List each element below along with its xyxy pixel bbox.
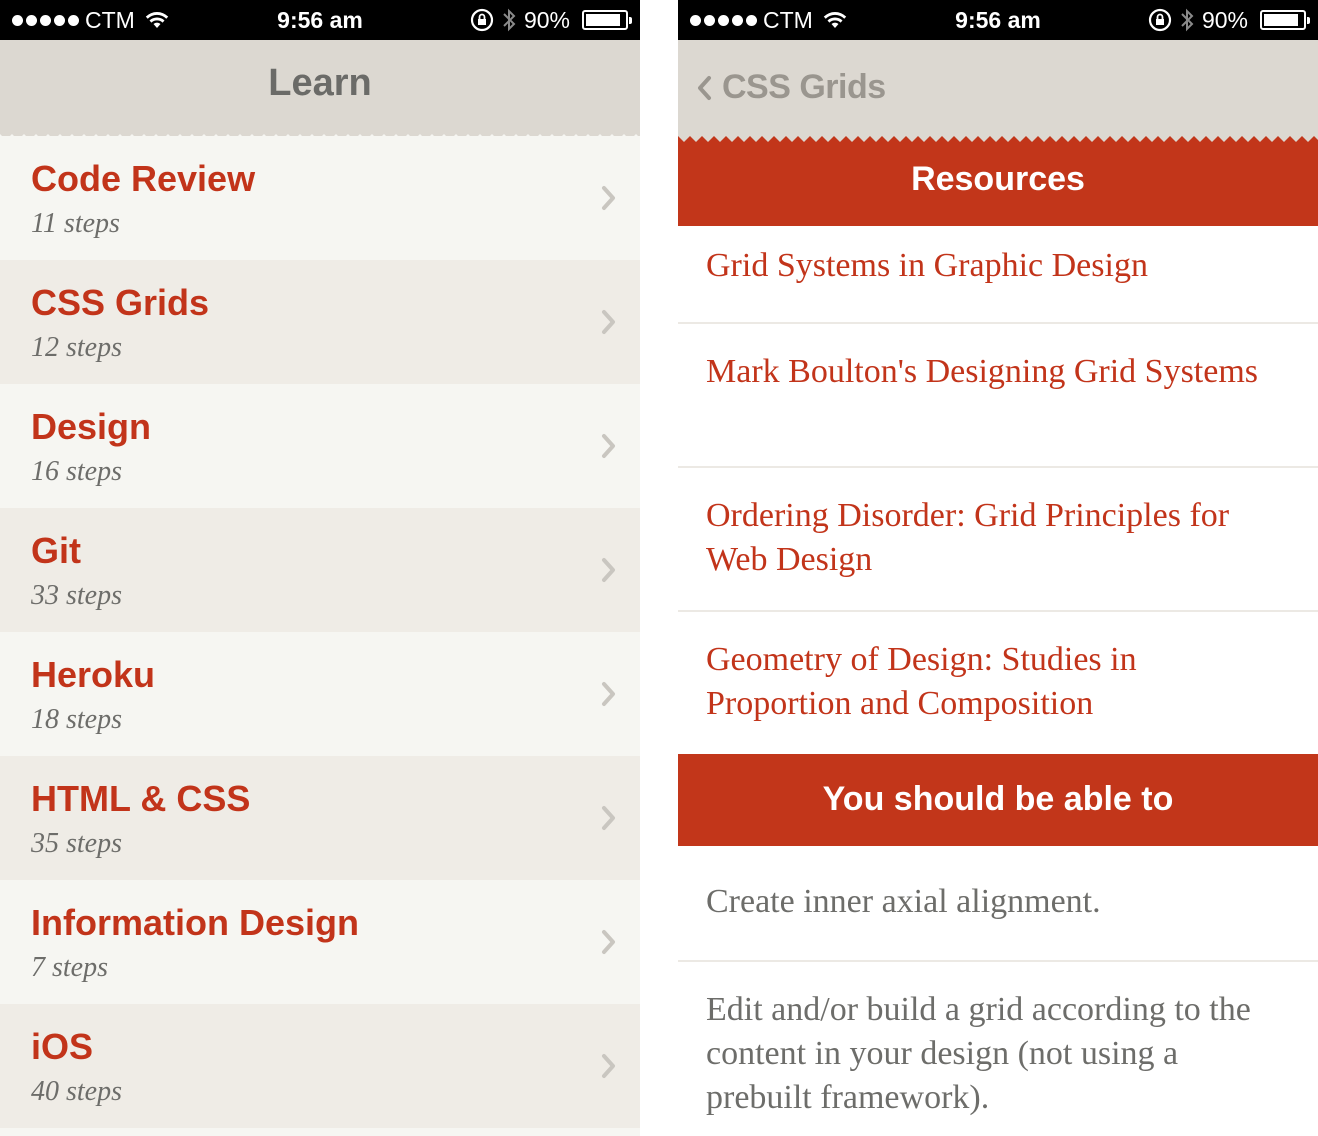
page-title: Learn [268, 62, 372, 104]
goal-item: Edit and/or build a grid according to th… [678, 962, 1318, 1136]
chevron-left-icon [698, 75, 711, 100]
bluetooth-icon [503, 8, 516, 32]
course-title: Design [31, 406, 152, 447]
chevron-right-icon [602, 558, 615, 582]
status-bar: CTM 9:56 am 90% [678, 0, 1318, 40]
course-steps: 11 steps [31, 208, 120, 239]
course-steps: 33 steps [31, 580, 122, 611]
chevron-right-icon [602, 930, 615, 954]
resource-link[interactable]: Mark Boulton's Designing Grid Systems [678, 324, 1318, 468]
battery-icon [582, 10, 632, 30]
goal-text: Create inner axial alignment. [706, 883, 1101, 920]
battery-percent: 90% [1201, 6, 1248, 33]
course-detail-screen: CTM 9:56 am 90% CSS Grids Resources Grid… [678, 0, 1318, 1136]
list-item[interactable]: HTML & CSS 35 steps [0, 756, 640, 880]
list-item[interactable]: Git 33 steps [0, 508, 640, 632]
resource-link-text: Ordering Disorder: Grid Principles for W… [706, 497, 1230, 578]
chevron-right-icon [602, 310, 615, 334]
resource-link[interactable]: Ordering Disorder: Grid Principles for W… [678, 468, 1318, 612]
resources-header: Resources [678, 146, 1318, 226]
chevron-right-icon [602, 682, 615, 706]
course-title: HTML & CSS [31, 778, 251, 819]
nav-bar: CSS Grids [678, 40, 1318, 140]
course-title: CSS Grids [31, 282, 210, 323]
course-title: Code Review [31, 158, 256, 199]
course-title: Heroku [31, 654, 156, 695]
chevron-right-icon [602, 434, 615, 458]
goal-text: Edit and/or build a grid according to th… [706, 991, 1251, 1116]
course-title: Git [31, 530, 81, 571]
list-item[interactable]: CSS Grids 12 steps [0, 260, 640, 384]
course-steps: 12 steps [31, 332, 122, 363]
course-title: iOS [31, 1026, 94, 1067]
chevron-right-icon [602, 1054, 615, 1078]
resource-link-text: Geometry of Design: Studies in Proportio… [706, 641, 1137, 722]
resource-link[interactable]: Grid Systems in Graphic Design [678, 226, 1318, 324]
list-item[interactable]: Code Review 11 steps [0, 136, 640, 260]
nav-bar: Learn [0, 40, 640, 140]
resource-link-text: Grid Systems in Graphic Design [706, 247, 1148, 284]
battery-icon [1260, 10, 1310, 30]
back-button[interactable]: CSS Grids [696, 68, 886, 107]
course-steps: 40 steps [31, 1076, 122, 1107]
course-list: Code Review 11 steps CSS Grids 12 steps Desi… [0, 136, 640, 1128]
back-button-label: CSS Grids [722, 68, 886, 106]
list-item[interactable]: iOS 40 steps [0, 1004, 640, 1128]
battery-level [1264, 14, 1298, 26]
chevron-right-icon [602, 806, 615, 830]
bluetooth-icon [1181, 8, 1194, 32]
zigzag-divider [678, 136, 1318, 146]
goal-item: Create inner axial alignment. [678, 846, 1318, 962]
course-title: Information Design [31, 902, 360, 943]
course-steps: 35 steps [31, 828, 122, 859]
rotation-lock-icon [1148, 8, 1172, 32]
list-item[interactable]: Design 16 steps [0, 384, 640, 508]
course-steps: 7 steps [31, 952, 108, 983]
learn-screen: CTM 9:56 am 90% Learn Code Review 11 step… [0, 0, 640, 1136]
resource-link-text: Mark Boulton's Designing Grid Systems [706, 353, 1259, 390]
course-steps: 18 steps [31, 704, 122, 735]
resource-link[interactable]: Geometry of Design: Studies in Proportio… [678, 612, 1318, 754]
battery-level [586, 14, 620, 26]
course-steps: 16 steps [31, 456, 122, 487]
status-bar: CTM 9:56 am 90% [0, 0, 640, 40]
list-item[interactable]: Heroku 18 steps [0, 632, 640, 756]
goals-header: You should be able to [678, 754, 1318, 846]
chevron-right-icon [602, 186, 615, 210]
battery-percent: 90% [523, 6, 570, 33]
list-item[interactable]: Information Design 7 steps [0, 880, 640, 1004]
rotation-lock-icon [470, 8, 494, 32]
